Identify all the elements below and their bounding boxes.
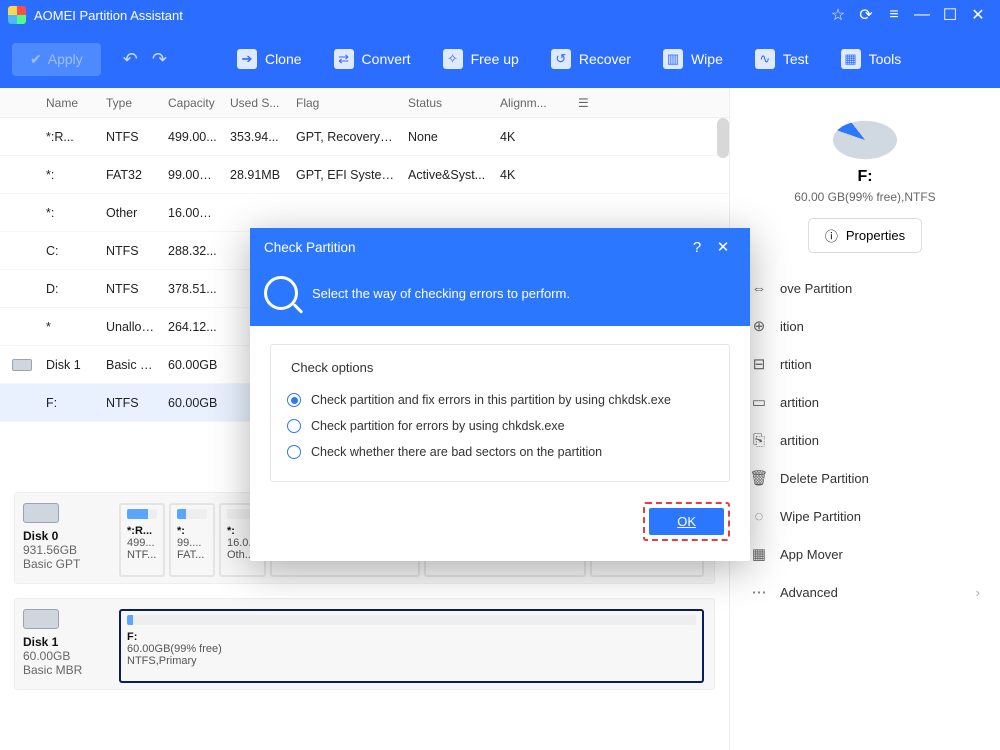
convert-button[interactable]: ⇄Convert [320,43,425,75]
op-appmover[interactable]: ▦App Mover [742,535,988,573]
resize-icon: ⇔ [750,279,768,297]
split-icon: ⊟ [750,355,768,373]
scrollbar[interactable] [717,118,729,158]
properties-button[interactable]: ⓘProperties [808,218,922,253]
app-title: AOMEI Partition Assistant [34,8,183,23]
allocate-icon: ▭ [750,393,768,411]
dialog-title: Check Partition [264,240,356,255]
freeup-button[interactable]: ✧Free up [429,43,533,75]
op-item[interactable]: ⇔ove Partition [742,269,988,307]
main-toolbar: ✔ Apply ↶ ↷ ➔Clone ⇄Convert ✧Free up ↺Re… [0,30,1000,88]
merge-icon: ⊕ [750,317,768,335]
partition-box-selected[interactable]: F:60.00GB(99% free)NTFS,Primary [119,609,704,683]
op-wipe[interactable]: ◌Wipe Partition [742,497,988,535]
title-bar: AOMEI Partition Assistant ☆ ⟳ ≡ — ☐ ✕ [0,0,1000,30]
columns-options-icon[interactable]: ☰ [572,96,596,110]
col-type[interactable]: Type [100,96,162,110]
disk-icon [12,359,32,371]
radio-option-3[interactable]: Check whether there are bad sectors on t… [287,439,713,465]
app-logo-icon [8,6,26,24]
trash-icon: 🗑 [750,469,768,487]
col-align[interactable]: Alignm... [494,96,572,110]
magnifier-icon [264,276,298,310]
dialog-close-icon[interactable]: ✕ [710,238,736,256]
side-panel: F: 60.00 GB(99% free),NTFS ⓘProperties ⇔… [730,88,1000,750]
apply-button[interactable]: ✔ Apply [12,43,101,76]
dialog-subtitle: Select the way of checking errors to per… [312,286,570,301]
radio-option-1[interactable]: Check partition and fix errors in this p… [287,387,713,413]
col-status[interactable]: Status [402,96,494,110]
freeup-icon: ✧ [443,49,463,69]
clone-icon: ➔ [237,49,257,69]
chevron-right-icon: › [976,585,980,600]
table-row[interactable]: *:FAT3299.00MB28.91MBGPT, EFI System ...… [0,156,729,194]
minimize-icon[interactable]: — [908,1,936,29]
dots-icon: ⋯ [750,583,768,601]
ok-button[interactable]: OK [649,508,724,535]
op-item[interactable]: ⊟rtition [742,345,988,383]
col-flag[interactable]: Flag [290,96,402,110]
tools-icon: ▦ [841,49,861,69]
check-partition-dialog: Check Partition ? ✕ Select the way of ch… [250,228,750,561]
maximize-icon[interactable]: ☐ [936,1,964,29]
clone-part-icon: ⎘ [750,431,768,449]
disk-icon [23,609,59,629]
grid-icon: ▦ [750,545,768,563]
radio-icon [287,445,301,459]
selected-partition-sub: 60.00 GB(99% free),NTFS [742,190,988,204]
col-used[interactable]: Used S... [224,96,290,110]
radio-icon [287,393,301,407]
selected-partition-title: F: [742,168,988,186]
ok-highlight: OK [643,502,730,541]
close-icon[interactable]: ✕ [964,1,992,29]
recover-icon: ↺ [551,49,571,69]
col-name[interactable]: Name [40,96,100,110]
menu-icon[interactable]: ≡ [880,1,908,29]
undo-icon[interactable]: ↶ [123,49,138,70]
refresh-icon[interactable]: ⟳ [852,1,880,29]
wipe-icon: ▥ [663,49,683,69]
check-options-legend: Check options [287,360,377,375]
apply-label: Apply [48,51,83,67]
op-item[interactable]: ⊕ition [742,307,988,345]
table-row[interactable]: *:Other16.00MB [0,194,729,232]
op-item[interactable]: ▭artition [742,383,988,421]
redo-icon[interactable]: ↷ [152,49,167,70]
test-button[interactable]: ∿Test [741,43,823,75]
tools-button[interactable]: ▦Tools [827,43,916,75]
table-row[interactable]: *:R...NTFS499.00...353.94...GPT, Recover… [0,118,729,156]
favorite-icon[interactable]: ☆ [824,1,852,29]
radio-icon [287,419,301,433]
check-icon: ✔ [30,51,42,68]
col-capacity[interactable]: Capacity [162,96,224,110]
convert-icon: ⇄ [334,49,354,69]
clone-button[interactable]: ➔Clone [223,43,316,75]
radio-option-2[interactable]: Check partition for errors by using chkd… [287,413,713,439]
pie-chart-icon [833,108,897,158]
test-icon: ∿ [755,49,775,69]
partition-box[interactable]: *:R...499...NTF... [119,503,165,577]
table-header: Name Type Capacity Used S... Flag Status… [0,88,729,118]
partition-box[interactable]: *:99....FAT... [169,503,215,577]
help-icon[interactable]: ? [684,239,710,256]
op-advanced[interactable]: ⋯Advanced› [742,573,988,611]
disk-icon [23,503,59,523]
disk-map-1[interactable]: Disk 1 60.00GB Basic MBR F:60.00GB(99% f… [14,598,715,690]
recover-button[interactable]: ↺Recover [537,43,645,75]
eraser-icon: ◌ [750,507,768,525]
op-delete[interactable]: 🗑Delete Partition [742,459,988,497]
op-item[interactable]: ⎘artition [742,421,988,459]
wipe-button[interactable]: ▥Wipe [649,43,737,75]
info-icon: ⓘ [825,226,838,245]
